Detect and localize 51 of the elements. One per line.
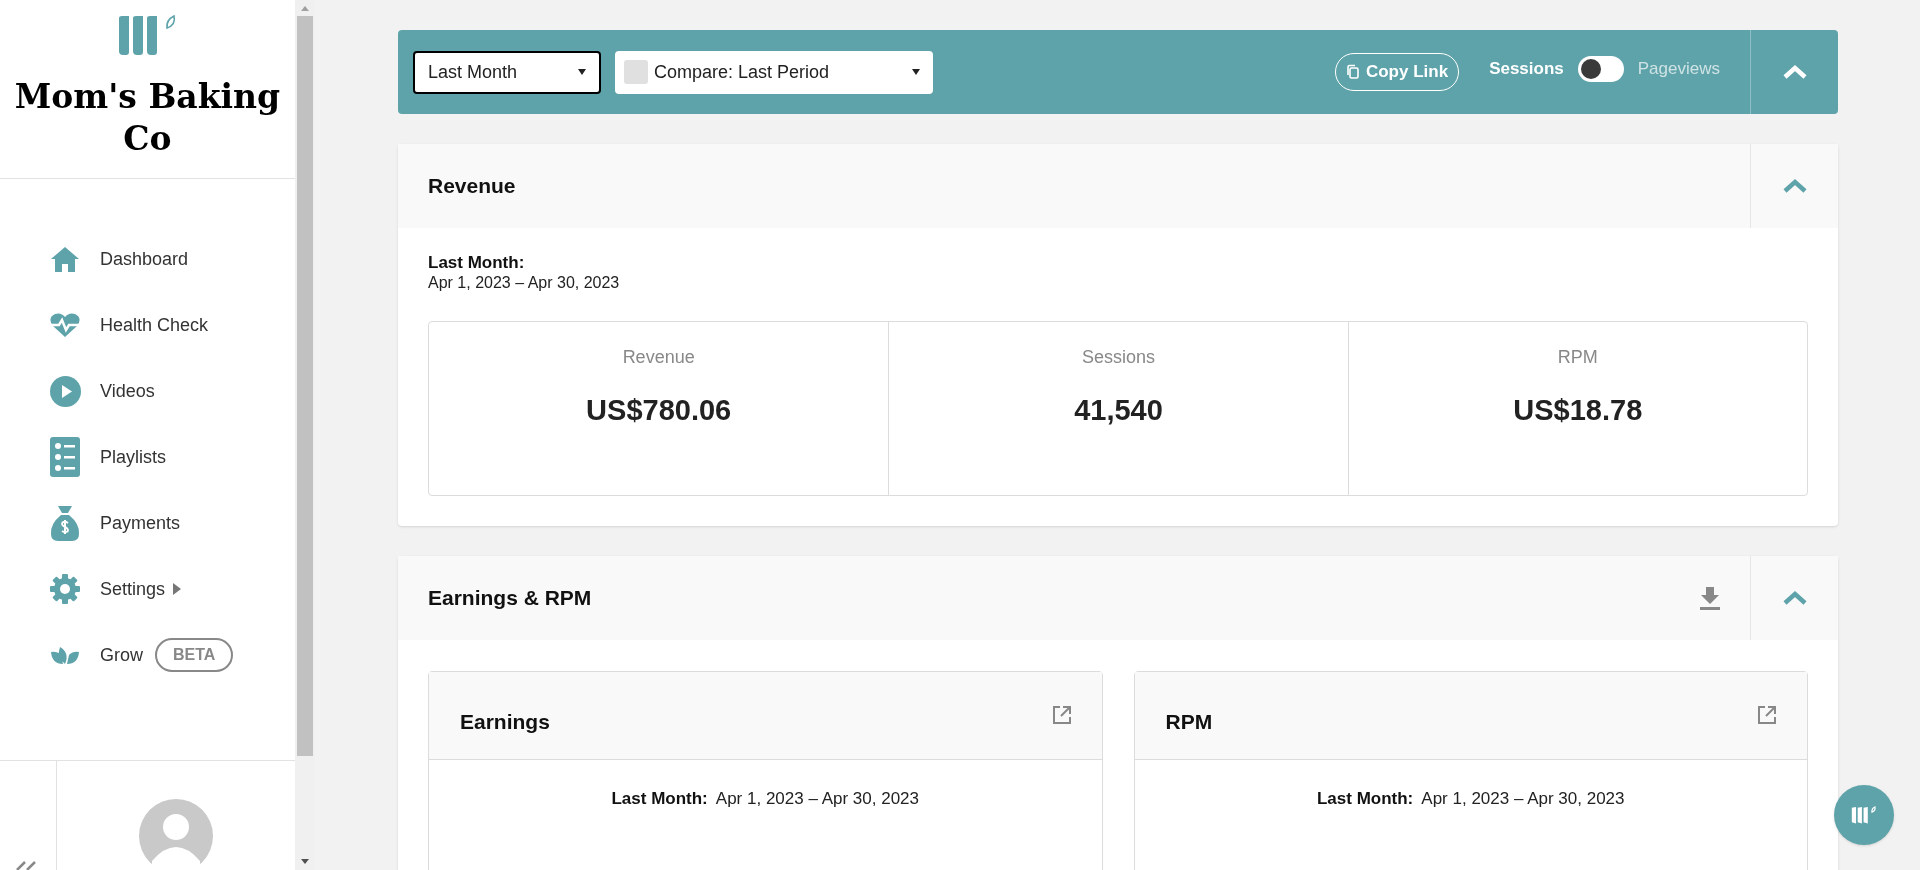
card-title: Earnings — [460, 708, 551, 735]
nav-link[interactable]: Playlists — [100, 443, 166, 471]
card-title: RPM — [1165, 708, 1214, 735]
toggle-knob[interactable] — [1580, 59, 1601, 79]
period-label: Last Month — [428, 60, 518, 84]
compare-checkbox[interactable] — [624, 60, 648, 84]
leaf-icon — [50, 645, 80, 665]
stat-value: US$780.06 — [586, 393, 732, 428]
period-select[interactable]: Last Month — [413, 50, 601, 94]
home-icon — [49, 245, 81, 273]
external-link-icon[interactable] — [1051, 705, 1072, 725]
compare-select[interactable]: Compare: Last Period — [615, 50, 933, 94]
money-bag-icon — [50, 504, 80, 542]
play-icon — [49, 375, 81, 407]
beta-badge: BETA — [155, 638, 234, 672]
period-label: Last Month: — [1316, 788, 1414, 810]
nav-link[interactable]: Payments — [100, 509, 181, 537]
stat-label: RPM — [1557, 346, 1598, 369]
brand-name: Mom's Baking Co — [13, 76, 282, 160]
section-title: Revenue — [428, 173, 517, 200]
chat-button[interactable] — [1834, 785, 1894, 845]
nav-link[interactable]: Dashboard — [100, 245, 189, 273]
date-range: Apr 1, 2023 – Apr 30, 2023 — [715, 788, 919, 810]
date-range: Apr 1, 2023 – Apr 30, 2023 — [1421, 788, 1625, 810]
compare-label: Compare: Last Period — [654, 60, 831, 84]
stat-label: Sessions — [1081, 346, 1155, 369]
caret-icon — [578, 69, 586, 75]
nav-link[interactable]: Settings — [100, 575, 166, 603]
nav-link[interactable]: Videos — [100, 377, 155, 405]
avatar-icon[interactable] — [139, 799, 213, 870]
heartbeat-icon — [49, 312, 81, 338]
date-range: Apr 1, 2023 – Apr 30, 2023 — [428, 273, 621, 293]
download-icon[interactable] — [1698, 585, 1722, 611]
stat-label: Revenue — [622, 346, 695, 369]
metric-toggle[interactable] — [1577, 56, 1624, 82]
chevron-up-icon — [1781, 590, 1808, 606]
period-label: Last Month: — [611, 788, 708, 810]
checklist-icon — [50, 437, 80, 477]
chevron-up-icon — [1781, 178, 1808, 194]
external-link-icon[interactable] — [1757, 705, 1777, 725]
section-title: Earnings & RPM — [428, 585, 593, 612]
nav-link[interactable]: Health Check — [100, 311, 209, 339]
gear-icon — [49, 573, 81, 605]
copy-icon — [1345, 64, 1360, 80]
stat-value: US$18.78 — [1513, 393, 1643, 428]
logo-icon — [1851, 806, 1877, 824]
chevron-up-icon — [1781, 64, 1808, 80]
nav-link[interactable]: Grow — [100, 641, 143, 669]
caret-icon — [912, 69, 920, 75]
stat-value: 41,540 — [1074, 393, 1163, 428]
period-label: Last Month: — [428, 253, 526, 273]
